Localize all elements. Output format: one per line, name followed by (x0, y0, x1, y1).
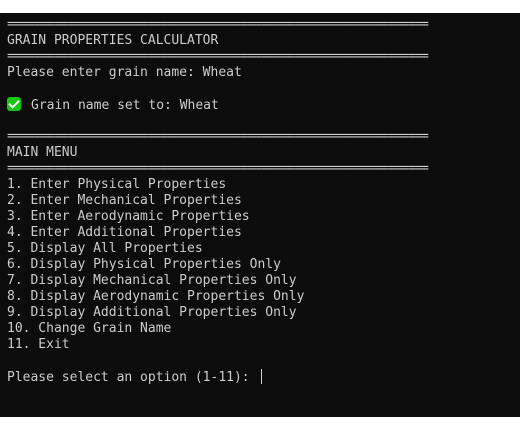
separator-line: ========================================… (7, 161, 429, 176)
separator-line: ========================================… (7, 129, 429, 144)
menu-item: 11. Exit (7, 337, 70, 352)
separator-line: ========================================… (7, 49, 429, 64)
menu-item: 6. Display Physical Properties Only (7, 257, 281, 272)
separator-line: ========================================… (7, 17, 429, 32)
option-prompt: Please select an option (1-11): (7, 370, 258, 385)
menu-item: 7. Display Mechanical Properties Only (7, 273, 297, 288)
menu-item: 3. Enter Aerodynamic Properties (7, 209, 250, 224)
menu-item: 9. Display Additional Properties Only (7, 305, 297, 320)
check-mark-icon (7, 97, 21, 111)
menu-item: 10. Change Grain Name (7, 321, 172, 336)
grain-set-message: Grain name set to: Wheat (7, 97, 219, 113)
menu-item: 5. Display All Properties (7, 241, 203, 256)
grain-set-text: Grain name set to: Wheat (31, 98, 219, 113)
menu-item: 8. Display Aerodynamic Properties Only (7, 289, 305, 304)
text-cursor[interactable] (261, 369, 263, 384)
menu-item: 4. Enter Additional Properties (7, 225, 242, 240)
app-title: GRAIN PROPERTIES CALCULATOR (7, 33, 219, 48)
menu-title: MAIN MENU (7, 145, 78, 160)
terminal-window: ========================================… (0, 13, 520, 417)
option-prompt-line[interactable]: Please select an option (1-11): (7, 369, 263, 385)
grain-name-prompt: Please enter grain name: Wheat (7, 65, 242, 80)
menu-item: 2. Enter Mechanical Properties (7, 193, 242, 208)
menu-item: 1. Enter Physical Properties (7, 177, 227, 192)
